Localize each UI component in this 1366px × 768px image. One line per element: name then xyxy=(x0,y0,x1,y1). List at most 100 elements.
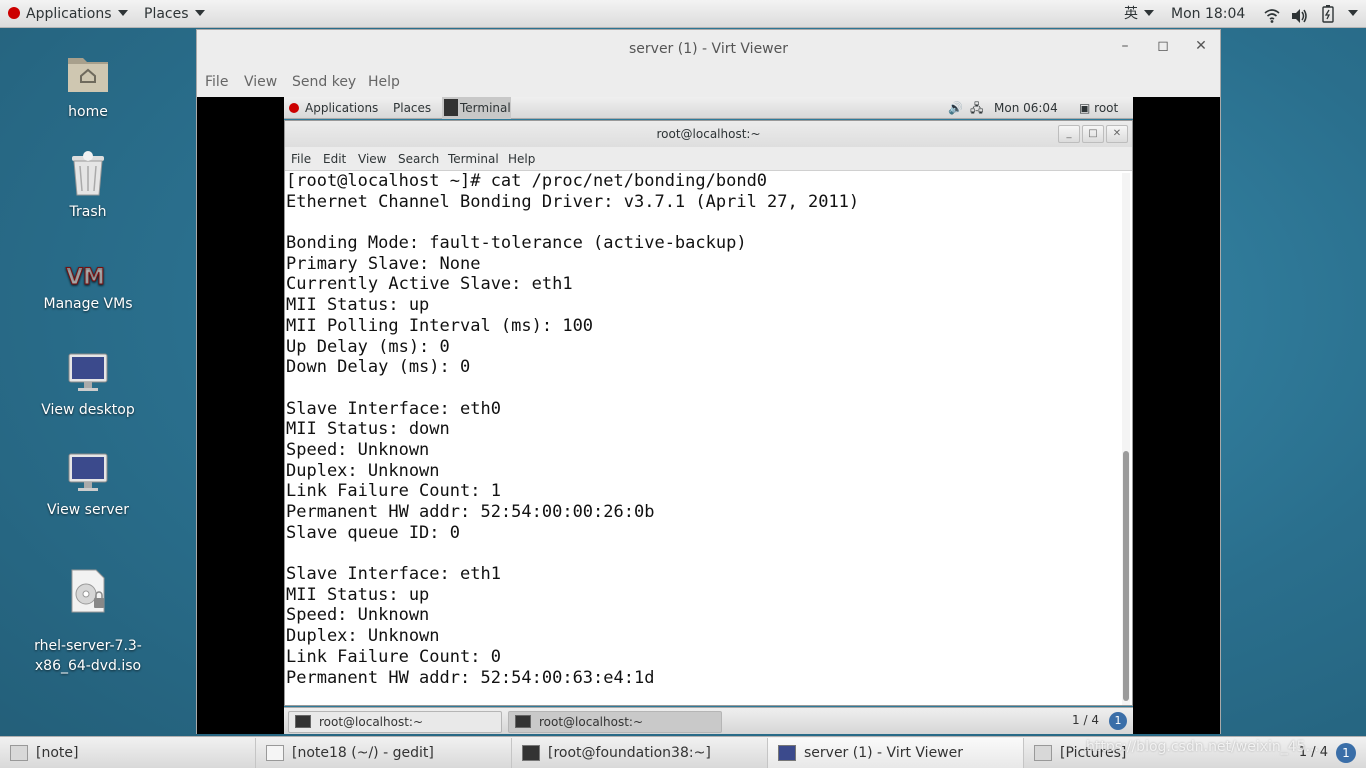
guest-user-label: root xyxy=(1094,101,1119,115)
terminal-line: Currently Active Slave: eth1 xyxy=(286,274,573,295)
menu-help[interactable]: Help xyxy=(368,74,400,90)
redhat-logo-icon xyxy=(289,103,299,113)
terminal-line: [root@localhost ~]# cat /proc/net/bondin… xyxy=(286,171,768,191)
volume-icon[interactable] xyxy=(1291,6,1309,23)
applications-label: Applications xyxy=(26,6,112,22)
guest-applications-label: Applications xyxy=(305,101,379,115)
terminal-line: Speed: Unknown xyxy=(286,605,430,626)
virt-manager-icon: VM xyxy=(66,265,106,289)
terminal-menu-terminal[interactable]: Terminal xyxy=(448,152,499,166)
host-task-note[interactable]: [note] xyxy=(0,738,256,768)
terminal-icon xyxy=(444,99,458,116)
guest-volume-icon[interactable]: 🔊 xyxy=(948,97,963,119)
system-menu[interactable] xyxy=(1342,0,1358,28)
wifi-icon[interactable] xyxy=(1264,6,1280,23)
menu-view[interactable]: View xyxy=(244,74,277,90)
close-button[interactable]: ✕ xyxy=(1191,38,1211,54)
desktop-icon-label: View server xyxy=(47,502,129,518)
terminal-line: MII Status: up xyxy=(286,295,430,316)
virt-viewer-menubar: File View Send key Help xyxy=(197,70,1220,96)
guest-workspace-indicator[interactable]: 1 / 4 xyxy=(1072,713,1099,727)
virt-viewer-window: server (1) - Virt Viewer – ◻ ✕ File View… xyxy=(196,29,1221,734)
terminal-line: Primary Slave: None xyxy=(286,253,481,274)
minimize-button[interactable]: – xyxy=(1115,38,1135,54)
guest-task-terminal-2[interactable]: root@localhost:~ xyxy=(508,711,722,733)
clock[interactable]: Mon 18:04 xyxy=(1171,0,1245,28)
guest-places-menu[interactable]: Places xyxy=(393,97,431,119)
window-icon xyxy=(10,745,28,761)
terminal-output[interactable]: [root@localhost ~]# cat /proc/net/bondin… xyxy=(285,171,1123,705)
terminal-close-button[interactable]: ✕ xyxy=(1106,125,1128,143)
guest-notification-badge[interactable]: 1 xyxy=(1109,712,1127,730)
chevron-down-icon xyxy=(117,10,128,16)
places-menu[interactable]: Places xyxy=(144,0,205,28)
monitor-icon xyxy=(778,745,796,761)
vm-display[interactable]: Applications Places Terminal 🔊 🖧 Mon 06:… xyxy=(197,97,1220,734)
maximize-button[interactable]: ◻ xyxy=(1153,38,1173,54)
menu-send-key[interactable]: Send key xyxy=(292,74,356,90)
desktop-icon-label: Trash xyxy=(69,204,107,220)
terminal-maximize-button[interactable]: □ xyxy=(1082,125,1104,143)
svg-text:VM: VM xyxy=(66,265,105,288)
terminal-line: Slave Interface: eth1 xyxy=(286,564,501,585)
chevron-down-icon xyxy=(1144,10,1154,16)
desktop-icon-view-desktop[interactable]: View desktop xyxy=(33,352,143,420)
input-method-label: 英 xyxy=(1124,6,1138,22)
terminal-menu-help[interactable]: Help xyxy=(508,152,535,166)
terminal-menubar: File Edit View Search Terminal Help xyxy=(285,147,1132,171)
redhat-logo-icon xyxy=(8,7,20,19)
desktop-icon-iso[interactable]: rhel-server-7.3- x86_64-dvd.iso xyxy=(33,552,143,692)
terminal-scrollbar[interactable] xyxy=(1122,173,1130,705)
terminal-line: Permanent HW addr: 52:54:00:00:26:0b xyxy=(286,502,655,522)
terminal-menu-view[interactable]: View xyxy=(358,152,386,166)
terminal-line: Slave queue ID: 0 xyxy=(286,522,460,543)
terminal-icon xyxy=(295,715,311,728)
guest-network-icon[interactable]: 🖧 xyxy=(970,97,983,119)
terminal-menu-search[interactable]: Search xyxy=(398,152,439,166)
terminal-menu-file[interactable]: File xyxy=(291,152,311,166)
places-label: Places xyxy=(144,6,189,22)
host-notification-badge[interactable]: 1 xyxy=(1336,743,1356,763)
guest-task-label: root@localhost:~ xyxy=(539,715,644,729)
terminal-line: MII Status: up xyxy=(286,584,430,605)
host-top-bar: Applications Places 英 Mon 18:04 xyxy=(0,0,1366,28)
desktop-icon-manage-vms[interactable]: VM Manage VMs xyxy=(33,262,143,314)
terminal-menu-edit[interactable]: Edit xyxy=(323,152,346,166)
applications-menu[interactable]: Applications xyxy=(8,0,128,28)
terminal-line: Permanent HW addr: 52:54:00:63:e4:1d xyxy=(286,667,655,688)
host-task-virt-viewer[interactable]: server (1) - Virt Viewer xyxy=(768,738,1024,768)
host-task-gedit[interactable]: [note18 (~/) - gedit] xyxy=(256,738,512,768)
clock-label: Mon 18:04 xyxy=(1171,6,1246,22)
guest-screen[interactable]: Applications Places Terminal 🔊 🖧 Mon 06:… xyxy=(284,97,1133,734)
desktop-icon-view-server[interactable]: View server xyxy=(33,452,143,520)
desktop-icon-label: home xyxy=(68,104,108,120)
desktop-icon-trash[interactable]: Trash xyxy=(33,150,143,222)
monitor-icon xyxy=(68,453,108,491)
host-task-label: [root@foundation38:~] xyxy=(548,745,711,761)
menu-file[interactable]: File xyxy=(205,74,228,90)
battery-icon[interactable] xyxy=(1322,5,1334,23)
terminal-line: Slave Interface: eth0 xyxy=(286,398,501,419)
terminal-minimize-button[interactable]: _ xyxy=(1058,125,1080,143)
guest-terminal-app[interactable]: Terminal xyxy=(442,97,511,119)
desktop-icon-home[interactable]: home xyxy=(33,52,143,122)
user-icon: ▣ xyxy=(1079,101,1091,115)
scrollbar-thumb[interactable] xyxy=(1123,451,1129,701)
guest-top-bar: Applications Places Terminal 🔊 🖧 Mon 06:… xyxy=(284,97,1133,119)
host-notification-count: 1 xyxy=(1342,746,1350,760)
terminal-icon xyxy=(515,715,531,728)
folder-home-icon xyxy=(68,58,108,92)
guest-clock[interactable]: Mon 06:04 xyxy=(994,97,1058,119)
terminal-title: root@localhost:~ xyxy=(285,121,1132,147)
host-task-terminal[interactable]: [root@foundation38:~] xyxy=(512,738,768,768)
guest-applications-menu[interactable]: Applications xyxy=(289,97,378,119)
input-method-indicator[interactable]: 英 xyxy=(1124,0,1154,28)
disc-image-icon xyxy=(71,569,105,613)
guest-task-terminal-1[interactable]: root@localhost:~ xyxy=(288,711,502,733)
guest-taskbar: root@localhost:~ root@localhost:~ 1 / 4 … xyxy=(284,707,1133,734)
guest-user-menu[interactable]: ▣ root xyxy=(1079,97,1118,119)
folder-icon xyxy=(1034,745,1052,761)
terminal-line: Link Failure Count: 1 xyxy=(286,481,501,502)
